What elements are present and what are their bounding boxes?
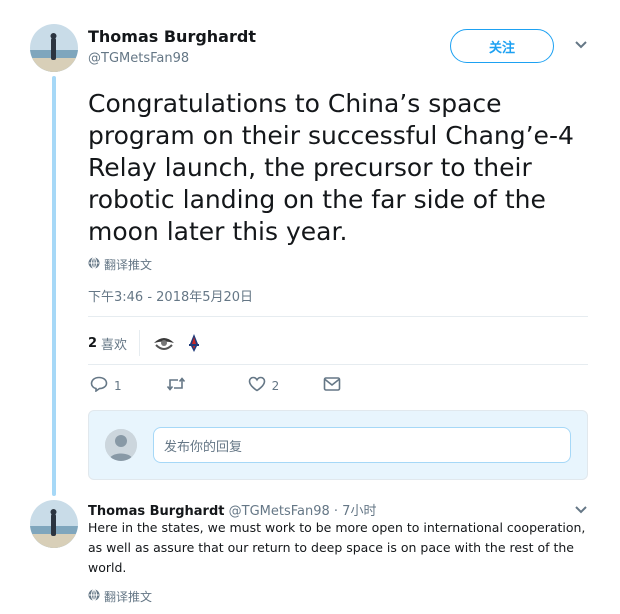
reply-author-avatar[interactable] [30,500,78,548]
follow-button[interactable]: 关注 [450,29,554,63]
globe-icon [88,257,100,272]
reply-count: 1 [114,378,122,393]
translate-tweet-link[interactable]: 翻译推文 [88,256,152,273]
translate-label: 翻译推文 [104,258,153,272]
tweet-text: Congratulations to China’s space program… [88,89,574,246]
direct-message-action[interactable] [323,376,341,395]
liker-avatar[interactable] [152,331,177,355]
chevron-down-icon[interactable] [574,38,588,54]
reply-time[interactable]: · 7小时 [334,504,377,519]
chevron-down-icon[interactable] [574,503,588,519]
thread-line [52,76,56,496]
like-count: 2 [271,378,280,393]
reply-author-handle[interactable]: @TGMetsFan98 [229,504,330,519]
envelope-icon [323,376,341,395]
reply-author-name[interactable]: Thomas Burghardt [88,504,224,519]
like-action[interactable]: 2 [248,376,280,395]
divider [88,364,588,365]
reply-text: Here in the states, we must work to be m… [88,520,586,575]
reply-input[interactable]: 发布你的回复 [153,427,571,463]
reply-header: Thomas Burghardt @TGMetsFan98 · 7小时 [88,500,376,519]
heart-icon [248,376,266,395]
globe-icon [88,589,100,604]
likes-row: 2 喜欢 [88,330,212,356]
reply-action[interactable]: 1 [90,376,122,395]
likes-label[interactable]: 喜欢 [101,334,127,353]
retweet-action[interactable] [166,376,186,395]
likes-count[interactable]: 2 [88,336,97,351]
author-name[interactable]: Thomas Burghardt [88,27,256,46]
tweet-actions: 1 2 [90,376,385,395]
author-handle[interactable]: @TGMetsFan98 [88,51,189,66]
liker-avatar[interactable] [182,331,207,355]
reply-translate-link[interactable]: 翻译推文 [88,588,152,605]
retweet-icon [166,376,186,395]
tweet-timestamp[interactable]: 下午3:46 - 2018年5月20日 [88,286,253,305]
author-avatar[interactable] [30,24,78,72]
reply-icon [90,376,108,395]
translate-label: 翻译推文 [104,590,153,604]
user-avatar [105,429,137,461]
reply-composer: 发布你的回复 [88,410,588,480]
divider [88,316,588,317]
likes-separator [139,330,141,356]
